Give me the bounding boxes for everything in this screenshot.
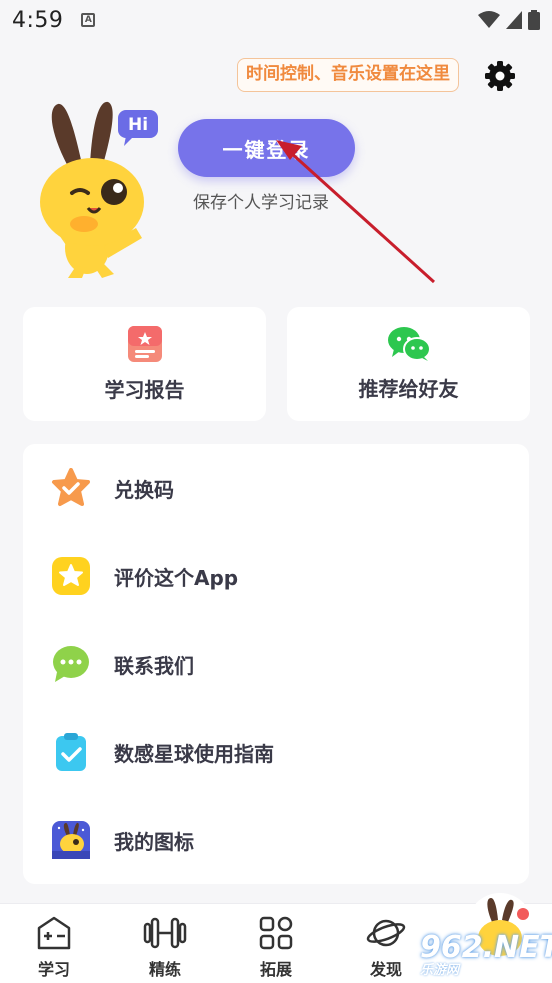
menu-label-user-guide: 数感星球使用指南 — [114, 741, 274, 766]
study-report-card[interactable]: 学习报告 — [23, 307, 266, 421]
recommend-friend-card[interactable]: 推荐给好友 — [287, 307, 530, 421]
status-indicators — [478, 10, 540, 30]
menu-label-redeem-code: 兑换码 — [114, 477, 174, 502]
dumbbell-icon — [143, 917, 187, 949]
notification-icon: A — [81, 13, 96, 27]
settings-menu: 兑换码 评价这个App 联系我们 数感星球使用指南 我的图标 — [23, 444, 529, 884]
chat-bubble-icon — [50, 643, 92, 685]
tab-study[interactable]: 学习 — [14, 916, 94, 980]
status-time: 4:59 — [12, 7, 64, 33]
tab-practice[interactable]: 精练 — [125, 916, 205, 980]
study-report-label: 学习报告 — [104, 377, 185, 402]
recommend-friend-label: 推荐给好友 — [358, 376, 459, 401]
tab-discover[interactable]: 发现 — [346, 916, 426, 980]
mascot-avatar: Hi — [40, 101, 158, 278]
grid-icon — [259, 916, 293, 950]
rate-star-icon — [50, 555, 92, 597]
menu-item-redeem-code[interactable]: 兑换码 — [23, 444, 529, 532]
report-icon — [127, 325, 162, 362]
profile-header: 时间控制、音乐设置在这里 Hi 一键登录 保存个人学习记录 — [0, 40, 552, 300]
mascot-greeting: Hi — [128, 115, 148, 135]
menu-label-contact-us: 联系我们 — [114, 653, 194, 678]
menu-label-rate-app: 评价这个App — [114, 565, 239, 590]
menu-item-user-guide[interactable]: 数感星球使用指南 — [23, 708, 529, 796]
tab-study-label: 学习 — [37, 960, 70, 979]
tab-discover-label: 发现 — [369, 960, 402, 979]
login-subtitle: 保存个人学习记录 — [193, 193, 329, 213]
settings-tip: 时间控制、音乐设置在这里 — [237, 58, 459, 92]
menu-label-my-icon: 我的图标 — [114, 829, 194, 854]
planet-icon — [366, 919, 406, 947]
menu-item-my-icon[interactable]: 我的图标 — [23, 796, 529, 884]
menu-item-contact-us[interactable]: 联系我们 — [23, 620, 529, 708]
app-icon — [50, 819, 92, 861]
calculator-icon — [37, 916, 71, 950]
signal-icon — [506, 11, 522, 29]
battery-icon — [528, 10, 540, 30]
redeem-star-icon — [50, 467, 92, 509]
wechat-icon — [387, 326, 430, 361]
one-click-login-button[interactable]: 一键登录 — [178, 119, 355, 177]
status-bar: 4:59 A — [0, 0, 552, 40]
tab-expand-label: 拓展 — [259, 960, 292, 979]
menu-item-rate-app[interactable]: 评价这个App — [23, 532, 529, 620]
notification-badge — [517, 908, 529, 920]
tab-expand[interactable]: 拓展 — [236, 916, 316, 980]
tab-practice-label: 精练 — [148, 960, 181, 979]
gear-icon[interactable] — [484, 60, 516, 92]
clipboard-check-icon — [50, 731, 92, 773]
wifi-icon — [478, 11, 500, 28]
watermark: 962.NET 乐游网 — [420, 930, 552, 980]
